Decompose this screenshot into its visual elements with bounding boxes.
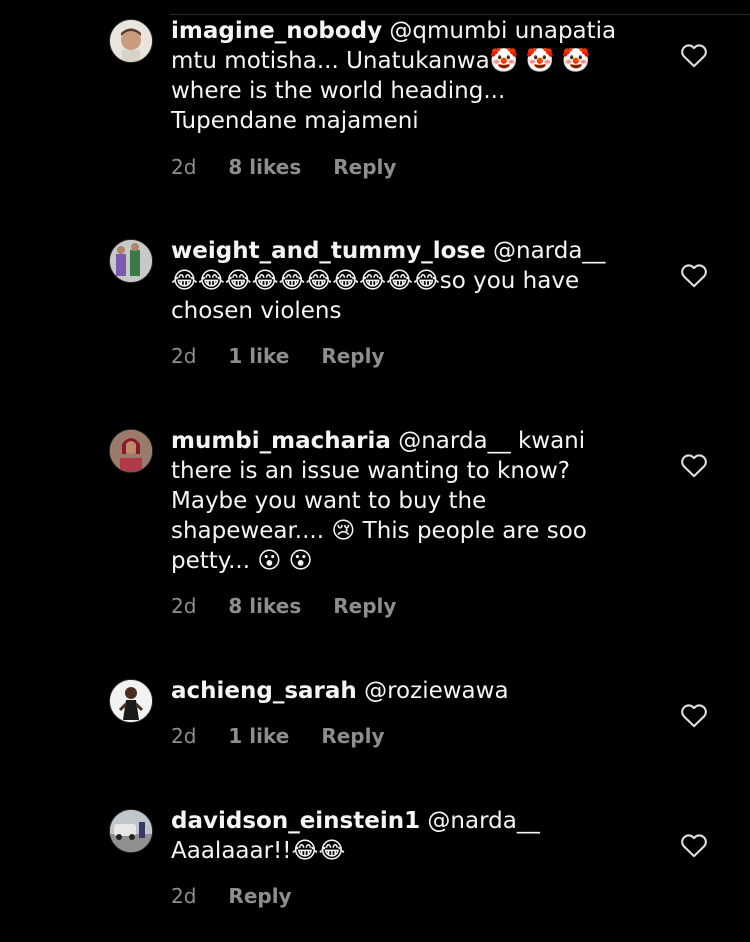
- comment-body: davidson_einstein1 @narda__ Aaalaaar!!😂😂: [171, 806, 631, 866]
- avatar[interactable]: [109, 679, 153, 723]
- reply-button[interactable]: Reply: [333, 594, 396, 618]
- comment-meta: 2d 1 like Reply: [171, 344, 385, 368]
- comment-time: 2d: [171, 344, 197, 368]
- comment-time: 2d: [171, 594, 197, 618]
- heart-outline-icon[interactable]: [680, 452, 708, 478]
- comment-likes[interactable]: 1 like: [228, 344, 289, 368]
- comment-username[interactable]: achieng_sarah: [171, 678, 357, 704]
- avatar[interactable]: [109, 429, 153, 473]
- reply-button[interactable]: Reply: [321, 344, 384, 368]
- comment-likes[interactable]: 8 likes: [228, 155, 301, 179]
- reply-button[interactable]: Reply: [228, 884, 291, 908]
- comment-username[interactable]: davidson_einstein1: [171, 808, 420, 834]
- comment-username[interactable]: imagine_nobody: [171, 18, 382, 44]
- avatar[interactable]: [109, 809, 153, 853]
- reply-button[interactable]: Reply: [333, 155, 396, 179]
- comment-time: 2d: [171, 724, 197, 748]
- reply-button[interactable]: Reply: [321, 724, 384, 748]
- avatar[interactable]: [109, 239, 153, 283]
- comment-body: mumbi_macharia @narda__ kwani there is a…: [171, 426, 631, 576]
- comment-text: @roziewawa: [356, 678, 509, 704]
- comment-username[interactable]: weight_and_tummy_lose: [171, 238, 486, 264]
- avatar[interactable]: [109, 19, 153, 63]
- top-divider: [170, 14, 750, 15]
- comment-body: achieng_sarah @roziewawa: [171, 676, 631, 706]
- comment-meta: 2d 8 likes Reply: [171, 594, 396, 618]
- heart-outline-icon[interactable]: [680, 832, 708, 858]
- comment-likes[interactable]: 1 like: [228, 724, 289, 748]
- comment-meta: 2d Reply: [171, 884, 292, 908]
- comment-body: imagine_nobody @qmumbi unapatia mtu moti…: [171, 16, 631, 136]
- comment-time: 2d: [171, 155, 197, 179]
- heart-outline-icon[interactable]: [680, 42, 708, 68]
- comment-likes[interactable]: 8 likes: [228, 594, 301, 618]
- heart-outline-icon[interactable]: [680, 262, 708, 288]
- comment-body: weight_and_tummy_lose @narda__ 😂😂😂😂😂😂😂😂😂…: [171, 236, 631, 326]
- heart-outline-icon[interactable]: [680, 702, 708, 728]
- comment-time: 2d: [171, 884, 197, 908]
- comment-username[interactable]: mumbi_macharia: [171, 428, 391, 454]
- comment-meta: 2d 8 likes Reply: [171, 155, 396, 179]
- comment-meta: 2d 1 like Reply: [171, 724, 385, 748]
